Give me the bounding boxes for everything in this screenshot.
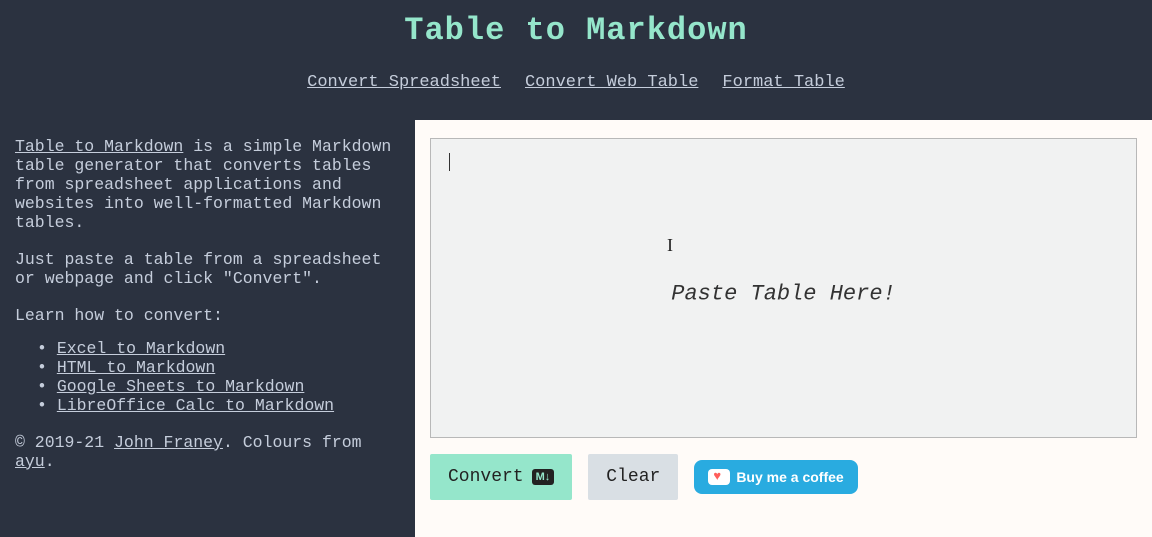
footer-period: . — [45, 452, 55, 471]
colours-prefix: . Colours from — [223, 433, 362, 452]
page-title: Table to Markdown — [0, 12, 1152, 49]
intro-title-link[interactable]: Table to Markdown — [15, 137, 183, 156]
nav-convert-spreadsheet[interactable]: Convert Spreadsheet — [307, 73, 501, 92]
link-excel[interactable]: Excel to Markdown — [57, 339, 225, 358]
nav-format-table[interactable]: Format Table — [722, 73, 844, 92]
markdown-badge-icon: M↓ — [532, 469, 555, 485]
list-item: LibreOffice Calc to Markdown — [37, 397, 400, 416]
convert-button[interactable]: Convert M↓ — [430, 454, 572, 500]
nav-convert-web-table[interactable]: Convert Web Table — [525, 73, 698, 92]
kofi-heart-icon — [708, 469, 730, 485]
link-html[interactable]: HTML to Markdown — [57, 358, 215, 377]
list-item: Google Sheets to Markdown — [37, 378, 400, 397]
paste-placeholder: Paste Table Here! — [671, 282, 895, 307]
intro-paragraph: Table to Markdown is a simple Markdown t… — [15, 138, 400, 233]
text-caret — [449, 153, 450, 171]
author-link[interactable]: John Franey — [114, 433, 223, 452]
convert-label: Convert — [448, 467, 524, 487]
paste-input[interactable]: I Paste Table Here! — [430, 138, 1137, 438]
sidebar: Table to Markdown is a simple Markdown t… — [0, 120, 415, 537]
link-gsheets[interactable]: Google Sheets to Markdown — [57, 377, 305, 396]
instructions-paragraph: Just paste a table from a spreadsheet or… — [15, 251, 400, 289]
main-nav: Convert Spreadsheet Convert Web Table Fo… — [0, 73, 1152, 92]
kofi-label: Buy me a coffee — [736, 469, 843, 485]
learn-list: Excel to Markdown HTML to Markdown Googl… — [37, 340, 400, 416]
colours-link[interactable]: ayu — [15, 452, 45, 471]
list-item: Excel to Markdown — [37, 340, 400, 359]
list-item: HTML to Markdown — [37, 359, 400, 378]
main-panel: I Paste Table Here! Convert M↓ Clear Buy… — [415, 120, 1152, 537]
kofi-button[interactable]: Buy me a coffee — [694, 460, 857, 494]
button-row: Convert M↓ Clear Buy me a coffee — [430, 454, 1137, 500]
link-libre[interactable]: LibreOffice Calc to Markdown — [57, 396, 334, 415]
footer-line: © 2019-21 John Franey. Colours from ayu. — [15, 434, 400, 472]
copyright-text: © 2019-21 — [15, 433, 114, 452]
clear-button[interactable]: Clear — [588, 454, 678, 500]
learn-label: Learn how to convert: — [15, 307, 400, 326]
i-beam-cursor-icon: I — [667, 235, 673, 256]
